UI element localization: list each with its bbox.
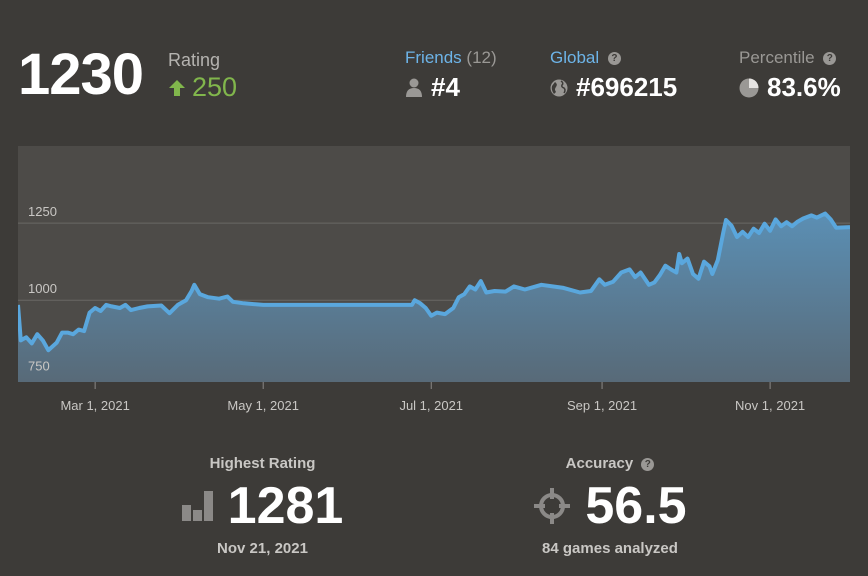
friends-label[interactable]: Friends (405, 48, 462, 67)
y-tick-label: 1000 (28, 281, 57, 296)
user-icon (406, 78, 422, 97)
help-icon[interactable]: ? (641, 457, 655, 471)
accuracy-block: Accuracy ? 56.5 84 games analyzed (510, 455, 710, 557)
globe-icon (550, 79, 568, 96)
crosshair-icon (534, 488, 571, 524)
highest-rating-value: 1281 (227, 477, 344, 535)
bar-chart-icon (181, 491, 213, 521)
global-label[interactable]: Global (550, 48, 599, 67)
pie-icon (739, 78, 759, 97)
y-tick-label: 750 (28, 358, 50, 373)
percentile-stat: Percentile ? 83.6% (739, 48, 841, 103)
x-tick-label: Nov 1, 2021 (735, 398, 805, 413)
help-icon[interactable]: ? (823, 52, 837, 66)
highest-rating-date: Nov 21, 2021 (217, 540, 308, 557)
global-rank: #696215 (576, 72, 678, 102)
percentile-value: 83.6% (767, 72, 841, 102)
global-stat[interactable]: Global ? #696215 (550, 48, 677, 103)
accuracy-games: 84 games analyzed (542, 540, 678, 557)
x-tick-label: Mar 1, 2021 (60, 398, 129, 413)
y-tick-label: 1250 (28, 204, 57, 219)
rating-change: 250 (168, 72, 237, 103)
x-tick-label: Jul 1, 2021 (399, 398, 463, 413)
accuracy-label: Accuracy (565, 455, 634, 472)
rating-label: Rating (168, 50, 221, 70)
percentile-label: Percentile (739, 48, 815, 67)
accuracy-value: 56.5 (585, 477, 687, 535)
highest-rating-block: Highest Rating 1281 Nov 21, 2021 (160, 455, 365, 557)
rating-chart[interactable]: 750 1000 1250 Mar 1, 2021 May 1, 2021 Jul 1,… (18, 146, 850, 418)
highest-rating-label: Highest Rating (209, 455, 316, 472)
help-icon[interactable]: ? (607, 52, 621, 66)
x-tick-label: May 1, 2021 (227, 398, 299, 413)
friends-count: (12) (466, 48, 497, 67)
rating-change-value: 250 (192, 72, 238, 102)
x-tick-label: Sep 1, 2021 (567, 398, 637, 413)
friends-stat[interactable]: Friends (12) #4 (405, 48, 497, 103)
current-rating: 1230 (18, 42, 144, 107)
arrow-up-icon (169, 79, 185, 96)
friends-rank: #4 (431, 72, 460, 102)
